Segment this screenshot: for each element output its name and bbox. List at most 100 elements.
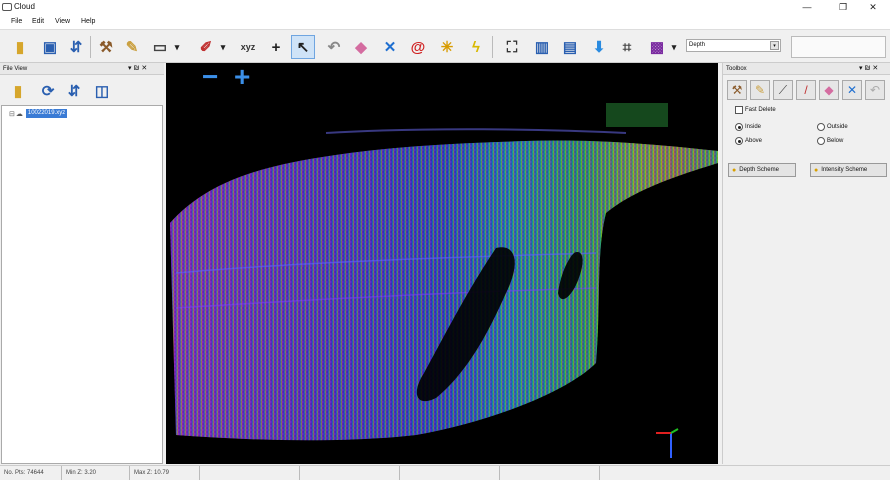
toolbar-search-box[interactable] <box>791 36 886 58</box>
rectangle-select-icon[interactable]: ▭ <box>148 35 172 59</box>
radio-button[interactable] <box>817 137 825 145</box>
menu-file[interactable]: File <box>11 18 22 25</box>
menu-view[interactable]: View <box>55 18 70 25</box>
crosshair-icon[interactable]: + <box>264 35 288 59</box>
intensity-scheme-label: Intensity Scheme <box>821 167 868 173</box>
merge-icon[interactable]: ⇵ <box>62 79 86 103</box>
measure-icon[interactable]: / <box>796 80 816 100</box>
pointer-icon[interactable]: ↖ <box>291 35 315 59</box>
file-view-title: File View <box>3 66 28 72</box>
scheme-icon: ● <box>814 166 819 174</box>
status-max-z: Max Z: 10.79 <box>130 466 200 480</box>
depth-select[interactable]: Depth ▾ <box>686 39 781 52</box>
color-scheme-dropdown-icon[interactable]: ▾ <box>669 35 679 59</box>
file-tree: ⊟ ☁ 10022019.xyz <box>1 105 163 464</box>
status-empty <box>400 466 500 480</box>
pencil-icon[interactable]: ✎ <box>750 80 770 100</box>
below-radio[interactable]: Below <box>817 137 843 145</box>
panel-controls[interactable]: ▾ ₪ ✕ <box>128 63 147 75</box>
outside-label: Outside <box>827 124 848 130</box>
sun-icon[interactable]: ✳ <box>435 35 459 59</box>
point-cloud-render[interactable] <box>166 63 718 464</box>
below-label: Below <box>827 138 844 144</box>
inside-radio[interactable]: Inside <box>735 123 761 131</box>
window-title: Cloud <box>14 2 35 11</box>
file-view-panel: File View ▾ ₪ ✕ ▮ ⟳ ⇵ ◫ ⊟ ☁ 10022019.xyz <box>0 63 164 464</box>
point-cloud-fragment <box>606 103 668 127</box>
xyz-icon[interactable]: xyz <box>236 35 260 59</box>
file-view-toolbar: ▮ ⟳ ⇵ ◫ <box>0 75 164 107</box>
toolbox-panel: Toolbox ▾ ₪ ✕ ⚒ ✎ ⟋ / ◆ ✕ ↶ Fast Delete … <box>722 63 890 464</box>
toolbox-title: Toolbox <box>726 66 747 72</box>
above-radio[interactable]: Above <box>735 137 762 145</box>
maximize-button[interactable]: ❐ <box>826 0 860 14</box>
undo-icon[interactable]: ↶ <box>322 35 346 59</box>
open-cylinder-icon[interactable]: ▮ <box>8 35 32 59</box>
toolbox-header: Toolbox ▾ ₪ ✕ <box>723 63 890 75</box>
point-cloud-texture <box>170 140 718 441</box>
tree-item-label[interactable]: 10022019.xyz <box>25 109 68 118</box>
refresh-icon[interactable]: ⟳ <box>36 79 60 103</box>
chevron-down-icon[interactable]: ▾ <box>770 41 779 50</box>
select-points-icon[interactable]: ⚒ <box>727 80 747 100</box>
minimize-button[interactable]: — <box>790 0 824 14</box>
outside-radio[interactable]: Outside <box>817 123 848 131</box>
lightning-icon[interactable]: ϟ <box>464 35 488 59</box>
status-empty <box>300 466 400 480</box>
rectangle-dropdown-icon[interactable]: ▾ <box>172 35 182 59</box>
measure-dropdown-icon[interactable]: ▾ <box>218 35 228 59</box>
status-empty <box>200 466 300 480</box>
undo-icon[interactable]: ↶ <box>865 80 885 100</box>
save-icon[interactable]: ▣ <box>38 35 62 59</box>
pencil-icon[interactable]: ✎ <box>120 35 144 59</box>
radio-button[interactable] <box>735 137 743 145</box>
status-empty <box>500 466 600 480</box>
file-view-header: File View ▾ ₪ ✕ <box>0 63 164 75</box>
delete-x-icon[interactable]: ✕ <box>842 80 862 100</box>
line-select-icon[interactable]: ⟋ <box>773 80 793 100</box>
close-button[interactable]: ✕ <box>856 0 890 14</box>
add-file-icon[interactable]: ▮ <box>6 79 30 103</box>
view-icon[interactable]: ◫ <box>90 79 114 103</box>
contour-icon[interactable]: ▤ <box>558 35 582 59</box>
target-icon[interactable]: @ <box>406 35 430 59</box>
menu-edit[interactable]: Edit <box>32 18 44 25</box>
depth-scheme-button[interactable]: ● Depth Scheme <box>728 163 796 177</box>
panel-controls[interactable]: ▾ ₪ ✕ <box>859 63 878 75</box>
point-cloud-viewport[interactable]: − + <box>166 63 718 464</box>
cloud-icon: ☁ <box>15 110 23 118</box>
menu-bar: File Edit View Help <box>0 16 890 30</box>
cloud-app-icon <box>2 3 12 11</box>
checkbox-box[interactable] <box>735 106 743 114</box>
grid-icon[interactable]: ⌗ <box>615 35 639 59</box>
color-scheme-icon[interactable]: ▩ <box>645 35 669 59</box>
select-points-icon[interactable]: ⚒ <box>94 35 118 59</box>
radio-button[interactable] <box>817 123 825 131</box>
fast-delete-checkbox[interactable]: Fast Delete <box>735 106 776 114</box>
inside-label: Inside <box>745 124 762 130</box>
intensity-scheme-button[interactable]: ● Intensity Scheme <box>810 163 887 177</box>
eraser-icon[interactable]: ◆ <box>819 80 839 100</box>
status-min-z: Min Z: 3.20 <box>62 466 130 480</box>
radio-button[interactable] <box>735 123 743 131</box>
axis-indicator <box>656 428 679 458</box>
toolbar-separator <box>90 36 91 58</box>
measure-icon[interactable]: ✐ <box>194 35 218 59</box>
menu-help[interactable]: Help <box>81 18 95 25</box>
down-arrow-icon[interactable]: ⬇ <box>587 35 611 59</box>
title-bar: Cloud — ❐ ✕ <box>0 0 890 16</box>
depth-select-value: Depth <box>689 42 706 48</box>
elevation-chart-icon[interactable]: ▥ <box>530 35 554 59</box>
eraser-icon[interactable]: ◆ <box>349 35 373 59</box>
scan-line <box>325 128 627 134</box>
tree-item[interactable]: ⊟ ☁ 10022019.xyz <box>9 109 68 118</box>
status-bar: No. Pts: 74644 Min Z: 3.20 Max Z: 10.79 <box>0 465 890 480</box>
scheme-icon: ● <box>732 166 737 174</box>
fast-delete-label: Fast Delete <box>745 107 776 113</box>
depth-scheme-label: Depth Scheme <box>739 167 779 173</box>
delete-x-icon[interactable]: ✕ <box>378 35 402 59</box>
expand-icon[interactable]: ⊟ <box>9 110 15 118</box>
export-icon[interactable]: ⇵ <box>64 35 88 59</box>
zoom-extents-icon[interactable]: ⛶ <box>500 35 524 59</box>
toolbar-separator <box>492 36 493 58</box>
